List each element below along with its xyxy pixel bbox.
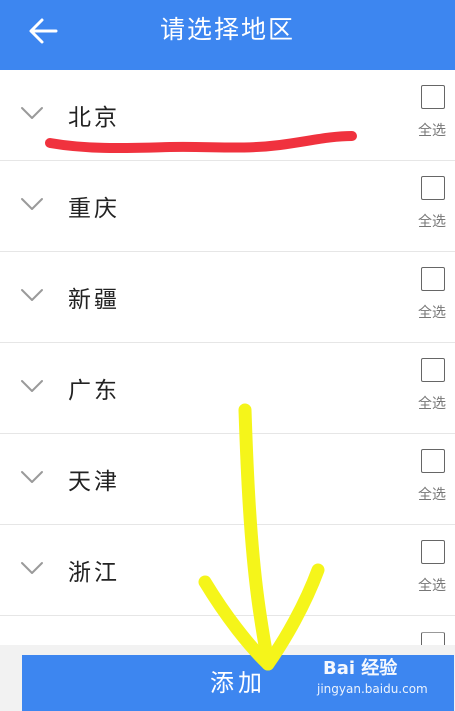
select-all-label: 全选 <box>418 396 446 412</box>
chevron-down-icon[interactable] <box>20 561 44 575</box>
region-name: 北京 <box>68 105 120 131</box>
page-title: 请选择地区 <box>159 15 295 44</box>
select-all-checkbox[interactable] <box>421 540 445 564</box>
select-all-label: 全选 <box>418 578 446 594</box>
select-all-checkbox[interactable] <box>421 176 445 200</box>
region-row-0[interactable]: 北京 全选 <box>0 70 455 161</box>
select-all-label: 全选 <box>418 487 446 503</box>
chevron-down-icon[interactable] <box>20 379 44 393</box>
select-all-checkbox[interactable] <box>421 85 445 109</box>
select-all-label: 全选 <box>418 305 446 321</box>
select-all-checkbox[interactable] <box>421 267 445 291</box>
region-row-1[interactable]: 重庆 全选 <box>0 161 455 252</box>
region-picker-screen: 请选择地区 北京 全选 重庆 全选 新疆 全选 广东 全选 天津 全选 浙江 全… <box>0 0 455 711</box>
region-list: 北京 全选 重庆 全选 新疆 全选 广东 全选 天津 全选 浙江 全选 <box>0 70 455 616</box>
chevron-down-icon[interactable] <box>20 197 44 211</box>
region-name: 新疆 <box>68 287 120 313</box>
region-row-2[interactable]: 新疆 全选 <box>0 252 455 343</box>
select-all-label: 全选 <box>418 214 446 230</box>
region-name: 天津 <box>68 469 120 495</box>
region-name: 浙江 <box>68 560 120 586</box>
chevron-down-icon[interactable] <box>20 288 44 302</box>
region-row-4[interactable]: 天津 全选 <box>0 434 455 525</box>
chevron-down-icon[interactable] <box>20 470 44 484</box>
select-all-label: 全选 <box>418 123 446 139</box>
chevron-down-icon[interactable] <box>20 106 44 120</box>
region-row-3[interactable]: 广东 全选 <box>0 343 455 434</box>
region-row-5[interactable]: 浙江 全选 <box>0 525 455 616</box>
region-name: 重庆 <box>68 196 120 222</box>
select-all-checkbox[interactable] <box>421 358 445 382</box>
region-name: 广东 <box>68 378 120 404</box>
top-bar: 请选择地区 <box>0 0 455 70</box>
select-all-checkbox[interactable] <box>421 449 445 473</box>
add-button[interactable]: 添加 <box>22 655 454 711</box>
